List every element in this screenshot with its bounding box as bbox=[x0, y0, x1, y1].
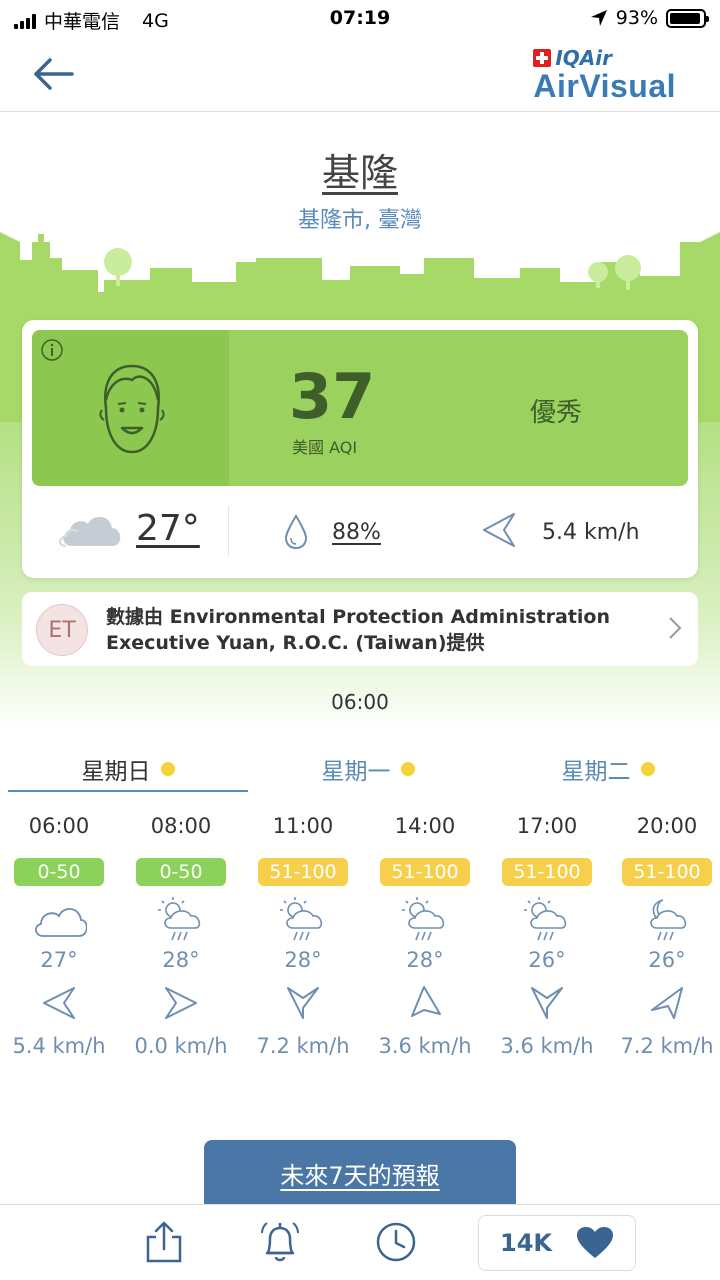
hour-time: 14:00 bbox=[394, 814, 456, 838]
like-button[interactable]: 14K bbox=[478, 1215, 636, 1271]
status-right: 93% bbox=[590, 7, 709, 29]
sun-rain-icon bbox=[280, 897, 323, 941]
aqi-range-badge: 0-50 bbox=[14, 858, 104, 886]
aqi-value: 37 bbox=[289, 360, 376, 433]
hour-temperature: 26° bbox=[648, 948, 686, 972]
chevron-right-icon bbox=[669, 617, 682, 639]
brand-bottom-text: AirVisual bbox=[533, 68, 676, 104]
hour-wind: 0.0 km/h bbox=[134, 1034, 228, 1058]
hour-temperature: 26° bbox=[528, 948, 566, 972]
swiss-flag-icon bbox=[533, 49, 552, 67]
hour-time: 17:00 bbox=[516, 814, 578, 838]
aqi-dot bbox=[160, 762, 175, 776]
hour-column: 17:00 51-100 26° 3.6 km/h bbox=[486, 808, 608, 1058]
hero-section: 基隆 基隆市, 臺灣 37 美國 AQI 優秀 27° 88% 5.4 km/h… bbox=[0, 112, 720, 732]
hour-time: 11:00 bbox=[272, 814, 334, 838]
hour-column: 06:00 0-50 27° 5.4 km/h bbox=[0, 808, 120, 1058]
back-arrow-icon[interactable] bbox=[30, 54, 76, 94]
wind-direction-icon bbox=[43, 987, 75, 1019]
share-icon[interactable] bbox=[142, 1219, 186, 1265]
tab-label: 星期一 bbox=[321, 759, 391, 785]
hour-temperature: 28° bbox=[406, 948, 444, 972]
tab-sunday[interactable]: 星期日 bbox=[8, 745, 248, 793]
wind-direction-icon bbox=[531, 987, 563, 1019]
hour-wind: 3.6 km/h bbox=[500, 1034, 594, 1058]
city-title: 基隆 bbox=[321, 151, 398, 195]
brand-top-text: IQAir bbox=[555, 46, 612, 70]
like-count: 14K bbox=[500, 1229, 552, 1257]
tab-underline bbox=[8, 790, 248, 792]
hour-temperature: 27° bbox=[40, 948, 78, 972]
source-badge: ET bbox=[36, 604, 88, 656]
moon-rain-icon bbox=[650, 899, 687, 941]
brand-logo: IQAir AirVisual bbox=[533, 46, 676, 102]
cloud-icon bbox=[59, 516, 121, 547]
wind-direction-icon bbox=[165, 987, 197, 1019]
wind-direction-icon bbox=[483, 513, 515, 547]
wind-direction-icon bbox=[651, 987, 683, 1019]
tab-label: 星期日 bbox=[81, 759, 151, 785]
hour-column: 14:00 51-100 28° 3.6 km/h bbox=[364, 808, 486, 1058]
wind-direction-icon bbox=[287, 987, 319, 1019]
aqi-range-badge: 51-100 bbox=[258, 858, 348, 886]
bottom-toolbar: 14K bbox=[0, 1204, 720, 1280]
aqi-dot bbox=[640, 762, 655, 776]
aqi-range-badge: 51-100 bbox=[622, 858, 712, 886]
tab-label: 星期二 bbox=[561, 759, 631, 785]
happy-face-icon bbox=[99, 364, 165, 454]
aqi-card[interactable]: 37 美國 AQI 優秀 27° 88% 5.4 km/h bbox=[22, 320, 698, 578]
app-header: IQAir AirVisual bbox=[0, 40, 720, 112]
battery-icon bbox=[666, 8, 709, 28]
hour-time: 08:00 bbox=[150, 814, 212, 838]
tab-tuesday[interactable]: 星期二 bbox=[488, 745, 720, 793]
hour-wind: 7.2 km/h bbox=[620, 1034, 714, 1058]
info-icon[interactable] bbox=[40, 338, 64, 362]
day-tabs: 星期日 星期一 星期二 bbox=[0, 745, 720, 795]
current-weather-row: 27° 88% 5.4 km/h bbox=[22, 498, 698, 568]
sun-rain-icon bbox=[158, 897, 201, 941]
hour-column: 08:00 0-50 28° 0.0 km/h bbox=[120, 808, 242, 1058]
data-source-card[interactable]: ET 數據由 Environmental Protection Administ… bbox=[22, 592, 698, 666]
hour-temperature: 28° bbox=[162, 948, 200, 972]
location-arrow-icon bbox=[590, 10, 607, 26]
city-region: 基隆市, 臺灣 bbox=[298, 208, 422, 233]
hour-column: 20:00 51-100 26° 7.2 km/h bbox=[606, 808, 720, 1058]
aqi-range-badge: 51-100 bbox=[502, 858, 592, 886]
aqi-panel: 37 美國 AQI 優秀 bbox=[32, 330, 688, 486]
aqi-range-badge: 51-100 bbox=[380, 858, 470, 886]
aqi-range-badge: 0-50 bbox=[136, 858, 226, 886]
sun-rain-icon bbox=[524, 897, 567, 941]
status-bar: 中華電信 4G 07:19 93% bbox=[0, 0, 720, 40]
heart-icon bbox=[577, 1227, 613, 1258]
divider bbox=[228, 506, 229, 556]
bell-icon[interactable] bbox=[258, 1219, 302, 1265]
aqi-unit: 美國 AQI bbox=[292, 438, 358, 457]
wind-speed: 5.4 km/h bbox=[542, 520, 640, 545]
current-temperature: 27° bbox=[136, 508, 200, 549]
hour-column: 11:00 51-100 28° 7.2 km/h bbox=[242, 808, 364, 1058]
humidity-drop-icon bbox=[284, 514, 308, 550]
hourly-forecast: 06:00 0-50 27° 5.4 km/h 08:00 0-50 28° 0… bbox=[0, 808, 720, 1078]
updated-time: 06:00 bbox=[331, 690, 389, 714]
source-text: 數據由 Environmental Protection Administrat… bbox=[106, 606, 610, 654]
hour-wind: 7.2 km/h bbox=[256, 1034, 350, 1058]
aqi-dot bbox=[400, 762, 415, 776]
clock-icon[interactable] bbox=[374, 1219, 418, 1265]
wind-direction-icon bbox=[411, 986, 441, 1017]
aqi-level: 優秀 bbox=[530, 398, 583, 428]
hour-temperature: 28° bbox=[284, 948, 322, 972]
battery-percent: 93% bbox=[615, 7, 658, 29]
forecast-7day-button[interactable]: 未來7天的預報 bbox=[204, 1140, 516, 1206]
sun-rain-icon bbox=[402, 897, 445, 941]
cloud-icon bbox=[35, 908, 87, 937]
humidity-value: 88% bbox=[332, 520, 381, 545]
hour-time: 06:00 bbox=[28, 814, 90, 838]
hour-wind: 3.6 km/h bbox=[378, 1034, 472, 1058]
hour-time: 20:00 bbox=[636, 814, 698, 838]
hour-wind: 5.4 km/h bbox=[12, 1034, 106, 1058]
tab-monday[interactable]: 星期一 bbox=[248, 745, 488, 793]
